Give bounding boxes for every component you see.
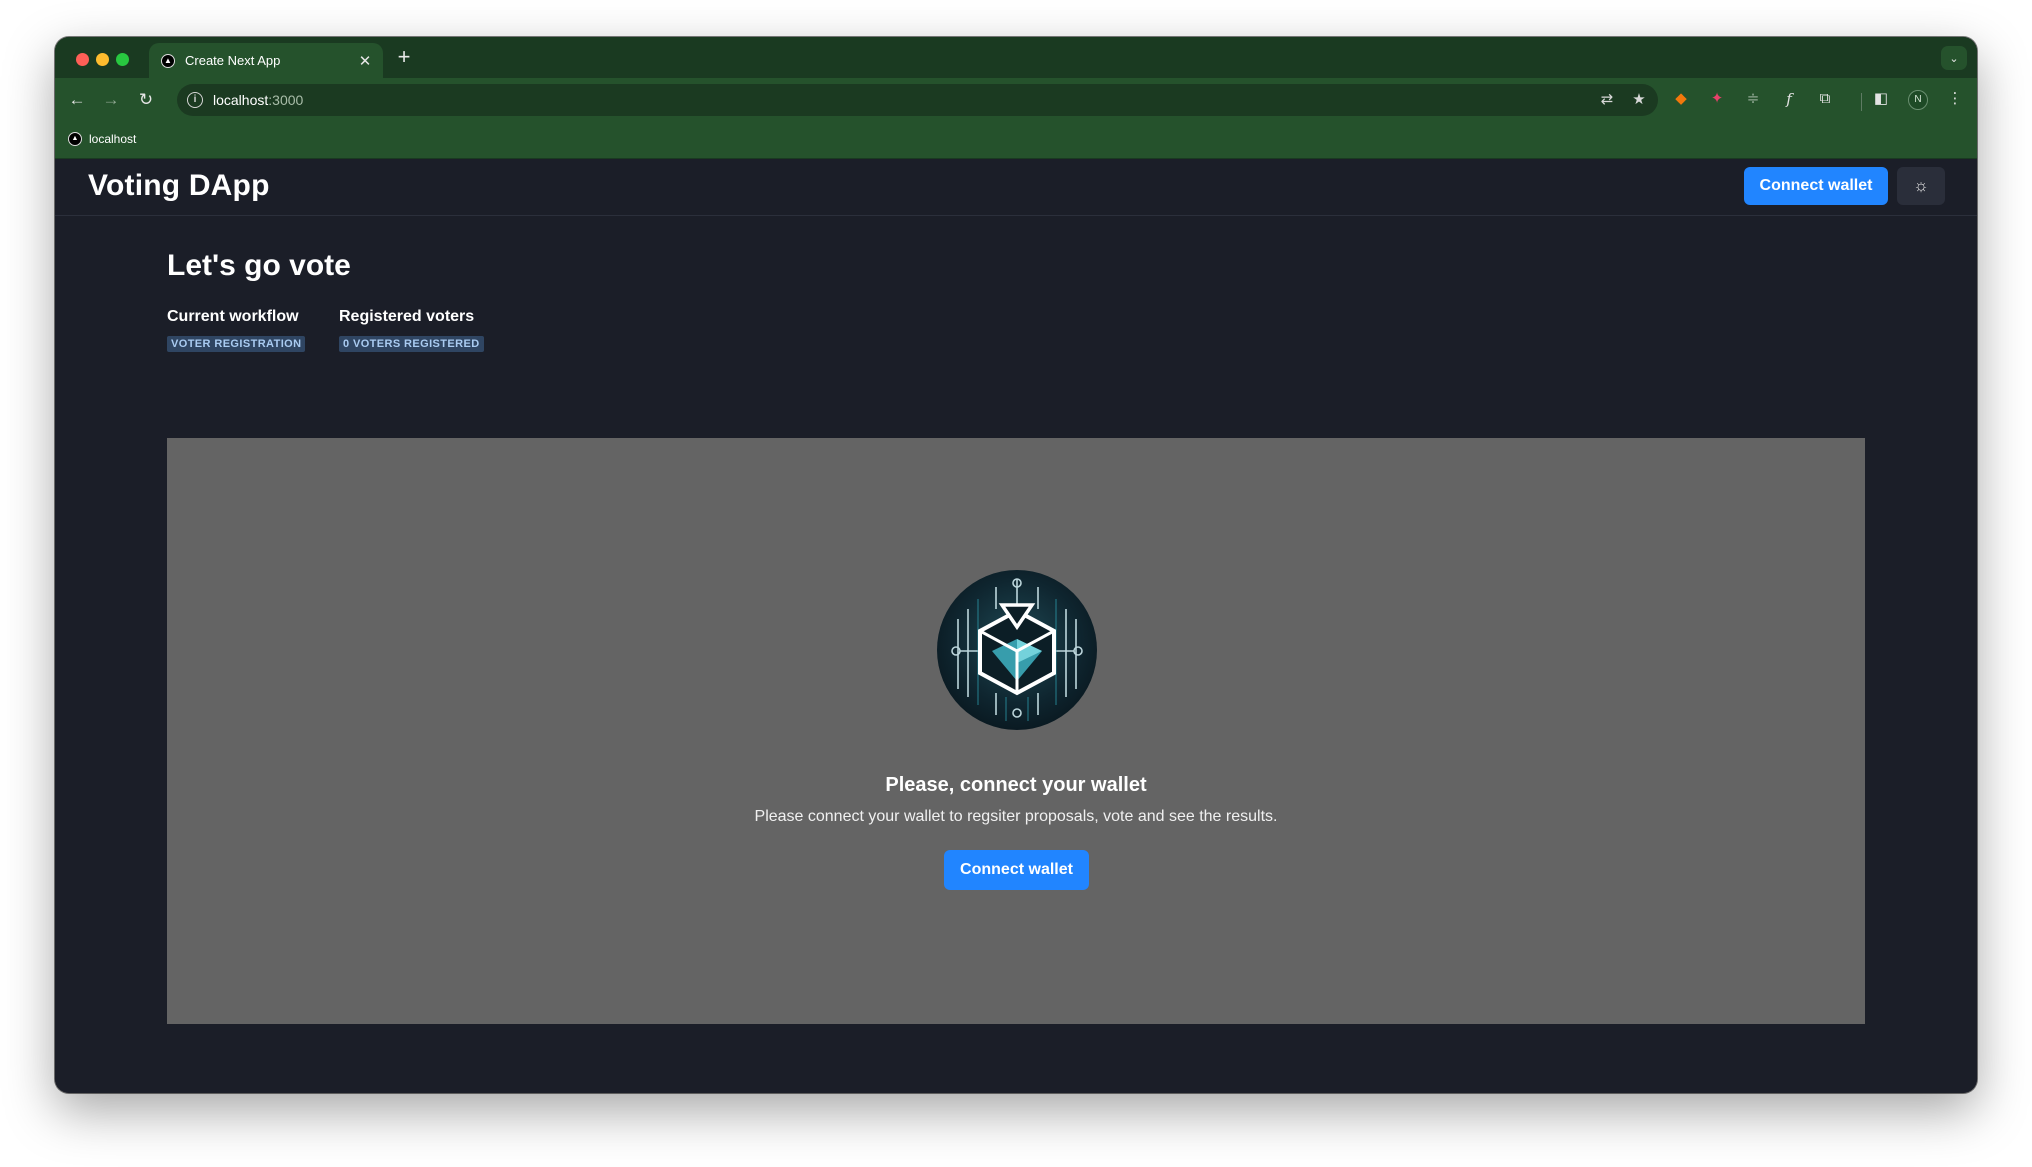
browser-window: ▲ Create Next App ✕ + ⌄ ← → ↻ i localhos… (55, 37, 1977, 1093)
app-header: Voting DApp Connect wallet ☼ (55, 159, 1977, 216)
bookmark-localhost[interactable]: ▲ localhost (68, 132, 136, 146)
color-extension-icon[interactable]: ✦ (1706, 88, 1728, 110)
forward-arrow-icon[interactable]: → (98, 87, 124, 113)
browser-toolbar: ← → ↻ i localhost:3000 ⇄ ★ ◆ ✦ ≑ f ⧉ ◧ N… (55, 78, 1977, 122)
side-panel-icon[interactable]: ◧ (1870, 88, 1892, 110)
ballot-box-logo-icon (937, 570, 1097, 730)
browser-menu-icon[interactable]: ⋮ (1944, 88, 1966, 110)
nextjs-favicon-icon: ▲ (161, 53, 175, 68)
tab-close-icon[interactable]: ✕ (353, 52, 377, 70)
theme-toggle-sun-icon[interactable]: ☼ (1897, 167, 1945, 205)
nextjs-bookmark-icon: ▲ (68, 132, 82, 146)
close-window-button[interactable] (76, 53, 89, 66)
page-content: Voting DApp Connect wallet ☼ Let's go vo… (55, 159, 1977, 1093)
profile-avatar[interactable]: N (1908, 90, 1928, 110)
tab-active[interactable]: ▲ Create Next App ✕ (149, 43, 383, 78)
bookmarks-bar: ▲ localhost (55, 122, 1977, 159)
translate-icon[interactable]: ⇄ (1596, 89, 1618, 111)
connect-wallet-panel: Please, connect your wallet Please conne… (167, 438, 1865, 1024)
new-tab-button[interactable]: + (391, 45, 417, 71)
tab-strip: ▲ Create Next App ✕ + ⌄ (55, 37, 1977, 78)
url-text[interactable]: localhost:3000 (213, 92, 303, 108)
voters-count-badge: 0 VOTERS REGISTERED (339, 336, 484, 352)
tab-search-button[interactable]: ⌄ (1941, 46, 1967, 70)
connect-wallet-description: Please connect your wallet to regsiter p… (754, 808, 1278, 825)
bookmark-star-icon[interactable]: ★ (1628, 89, 1650, 111)
function-extension-icon[interactable]: f (1778, 88, 1800, 110)
back-arrow-icon[interactable]: ← (64, 87, 90, 113)
reload-icon[interactable]: ↻ (133, 87, 159, 113)
stat-current-workflow: Current workflow VOTER REGISTRATION (167, 308, 306, 352)
extensions-puzzle-icon[interactable]: ⧉ (1814, 88, 1836, 110)
toolbar-divider (1861, 93, 1862, 111)
dimmed-extension-icon[interactable]: ≑ (1742, 88, 1764, 110)
page-title: Let's go vote (167, 249, 351, 282)
bookmark-label: localhost (89, 132, 137, 146)
header-connect-wallet-button[interactable]: Connect wallet (1744, 167, 1888, 205)
metamask-extension-icon[interactable]: ◆ (1670, 88, 1692, 110)
site-info-icon[interactable]: i (187, 92, 203, 108)
app-title: Voting DApp (88, 169, 270, 202)
url-host: localhost (213, 92, 269, 108)
stat-label: Current workflow (167, 308, 299, 325)
tab-title: Create Next App (185, 53, 281, 68)
url-port: :3000 (268, 92, 304, 108)
minimize-window-button[interactable] (96, 53, 109, 66)
address-bar[interactable]: i localhost:3000 ⇄ ★ (177, 84, 1658, 116)
stat-registered-voters: Registered voters 0 VOTERS REGISTERED (339, 308, 484, 352)
workflow-status-badge: VOTER REGISTRATION (167, 336, 306, 352)
stat-label: Registered voters (339, 308, 475, 325)
connect-wallet-heading: Please, connect your wallet (885, 774, 1147, 796)
maximize-window-button[interactable] (116, 53, 129, 66)
connect-wallet-button[interactable]: Connect wallet (944, 850, 1089, 890)
